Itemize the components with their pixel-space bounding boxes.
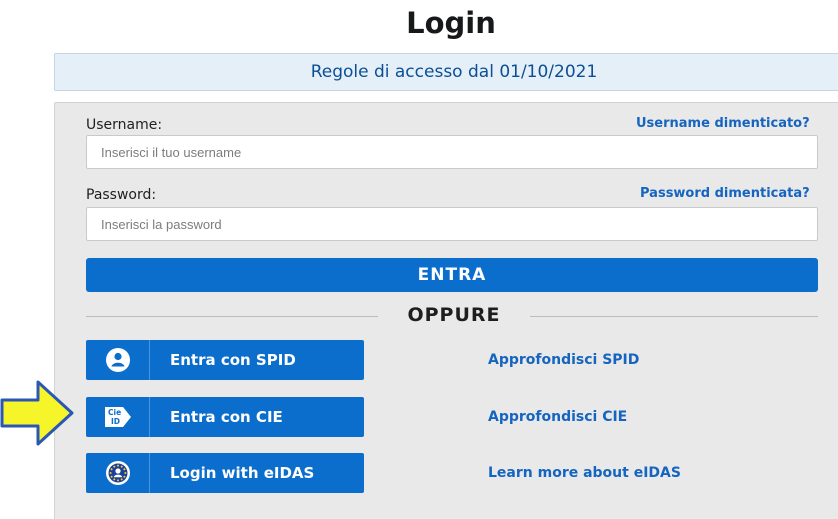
separator-line-right (530, 316, 818, 317)
username-label: Username: (86, 117, 163, 133)
user-icon (86, 340, 150, 380)
password-forgot-link[interactable]: Password dimenticata? (640, 186, 810, 201)
login-submit-button[interactable]: ENTRA (86, 258, 818, 292)
eidas-learn-more-link[interactable]: Learn more about eIDAS (488, 465, 681, 481)
cie-login-button[interactable]: Cie ID Entra con CIE (86, 397, 364, 437)
pointer-arrow-icon (0, 380, 74, 446)
cie-button-label: Entra con CIE (170, 408, 283, 426)
eidas-button-label: Login with eIDAS (170, 464, 315, 482)
access-rules-text[interactable]: Regole di accesso dal 01/10/2021 (311, 62, 598, 82)
spid-button-label: Entra con SPID (170, 351, 296, 369)
password-label: Password: (86, 187, 157, 203)
eidas-login-button[interactable]: Login with eIDAS (86, 453, 364, 493)
username-input[interactable] (86, 135, 818, 169)
cie-learn-more-link[interactable]: Approfondisci CIE (488, 409, 627, 425)
spid-login-button[interactable]: Entra con SPID (86, 340, 364, 380)
cie-id-icon: Cie ID (86, 397, 150, 437)
username-forgot-link[interactable]: Username dimenticato? (636, 116, 810, 131)
eidas-icon (86, 453, 150, 493)
separator-text: OPPURE (407, 304, 501, 326)
password-input[interactable] (86, 207, 818, 241)
access-rules-banner[interactable]: Regole di accesso dal 01/10/2021 (54, 53, 838, 91)
page-title: Login (406, 6, 496, 40)
cie-icon-text-top: Cie (108, 408, 121, 417)
spid-learn-more-link[interactable]: Approfondisci SPID (488, 352, 639, 368)
separator-line-left (86, 316, 378, 317)
cie-icon-text-bottom: ID (111, 417, 120, 426)
